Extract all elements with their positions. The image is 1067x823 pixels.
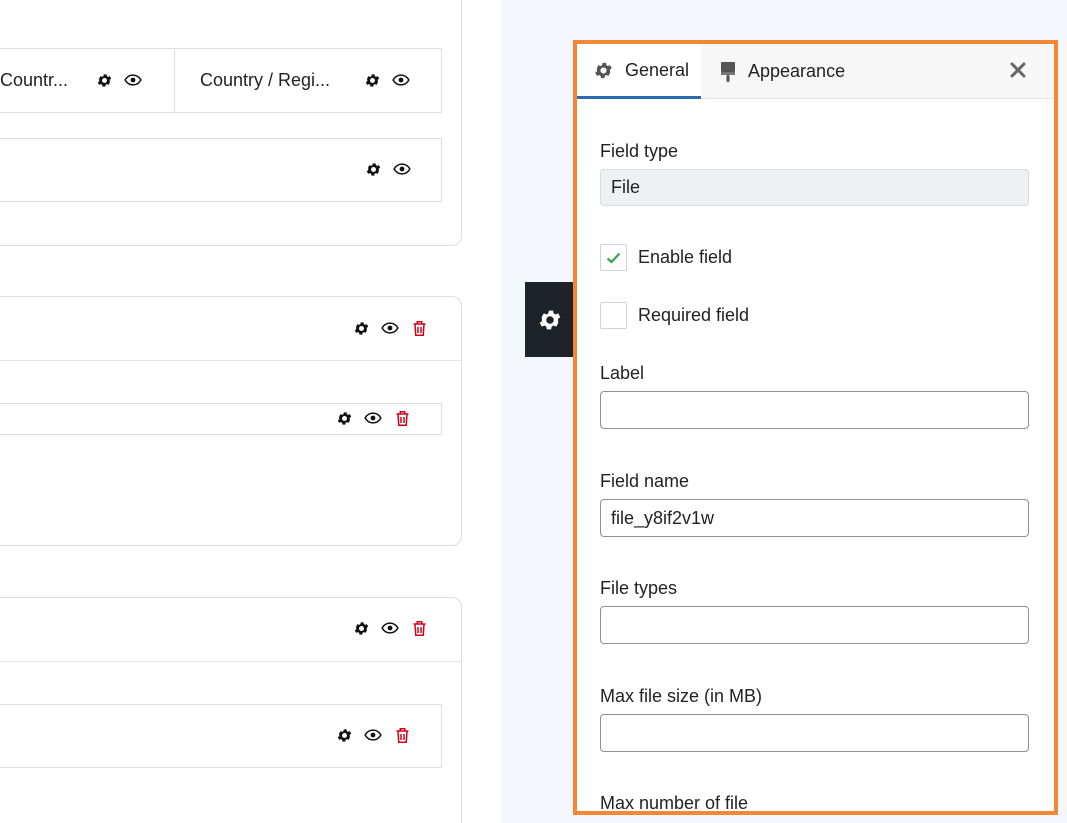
section-actions <box>352 319 428 337</box>
field-name-input[interactable] <box>600 499 1029 537</box>
field-settings-panel: General Appearance Field type File Enabl… <box>573 40 1058 815</box>
field-type-value: File <box>600 169 1029 206</box>
enable-field-checkbox-row[interactable]: Enable field <box>600 244 732 271</box>
eye-icon[interactable] <box>381 619 399 637</box>
gear-icon[interactable] <box>335 409 353 427</box>
file-types-input[interactable] <box>600 606 1029 644</box>
field-block-actions <box>95 71 142 89</box>
required-field-checkbox[interactable] <box>600 302 627 329</box>
eye-icon[interactable] <box>124 71 142 89</box>
paint-brush-icon <box>719 61 737 83</box>
eye-icon[interactable] <box>364 726 382 744</box>
eye-icon[interactable] <box>392 71 410 89</box>
max-number-of-file-label: Max number of file <box>600 793 749 813</box>
field-type-label: Field type <box>600 141 679 161</box>
close-icon <box>1010 62 1026 78</box>
field-block-actions <box>364 160 411 178</box>
enable-field-checkbox[interactable] <box>600 244 627 271</box>
eye-icon[interactable] <box>393 160 411 178</box>
field-block-label: Countr... <box>0 70 69 90</box>
settings-panel-toggle[interactable] <box>525 282 574 357</box>
label-input[interactable] <box>600 391 1029 429</box>
file-types-label: File types <box>600 578 678 598</box>
field-block-actions <box>335 726 411 744</box>
eye-icon[interactable] <box>381 319 399 337</box>
tab-label: General <box>625 59 690 80</box>
eye-icon[interactable] <box>364 409 382 427</box>
gear-icon[interactable] <box>352 319 370 337</box>
field-block-label: Country / Regi... <box>200 70 331 90</box>
trash-icon[interactable] <box>410 319 428 337</box>
trash-icon[interactable] <box>393 726 411 744</box>
required-field-checkbox-row[interactable]: Required field <box>600 302 749 329</box>
gear-icon[interactable] <box>352 619 370 637</box>
field-name-label: Field name <box>600 471 690 491</box>
form-section-card <box>0 0 462 246</box>
required-field-label: Required field <box>638 305 750 325</box>
form-canvas: Countr... Country / Regi... <box>0 0 500 823</box>
gear-icon[interactable] <box>335 726 353 744</box>
gear-icon[interactable] <box>95 71 113 89</box>
gear-icon <box>537 307 563 333</box>
tab-label: Appearance <box>748 61 846 81</box>
tab-general[interactable]: General <box>577 44 701 99</box>
gear-icon <box>593 60 614 81</box>
section-actions <box>352 619 428 637</box>
enable-field-label: Enable field <box>638 247 733 267</box>
max-file-size-label: Max file size (in MB) <box>600 686 763 706</box>
field-block-actions <box>335 409 411 427</box>
gear-icon[interactable] <box>364 160 382 178</box>
check-icon <box>606 252 621 264</box>
field-block-actions <box>363 71 410 89</box>
gear-icon[interactable] <box>363 71 381 89</box>
settings-tabs: General Appearance <box>577 44 1054 99</box>
trash-icon[interactable] <box>393 409 411 427</box>
trash-icon[interactable] <box>410 619 428 637</box>
tab-appearance[interactable]: Appearance <box>719 44 845 99</box>
max-file-size-input[interactable] <box>600 714 1029 752</box>
close-button[interactable] <box>1006 58 1030 82</box>
label-field-label: Label <box>600 363 645 383</box>
